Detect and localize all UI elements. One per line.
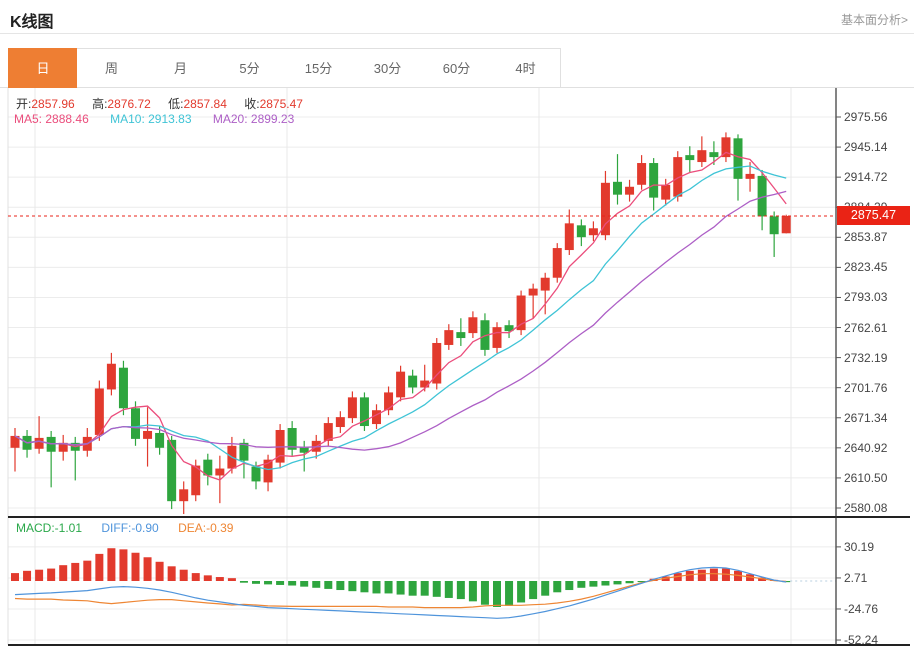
tab-周[interactable]: 周 <box>77 48 147 88</box>
close-value: 2875.47 <box>260 97 303 111</box>
ma-readout: MA5: 2888.46 MA10: 2913.83 MA20: 2899.23 <box>14 112 312 126</box>
tab-月[interactable]: 月 <box>146 48 216 88</box>
macd-axis-label: -52.24 <box>844 633 878 647</box>
ma10-value: 2913.83 <box>148 112 191 126</box>
macd-axis-label: 2.71 <box>844 571 867 585</box>
ma20-label: MA20: <box>213 112 248 126</box>
price-axis-label: 2640.92 <box>844 441 887 455</box>
low-value: 2857.84 <box>184 97 227 111</box>
candles <box>11 132 791 514</box>
price-axis-label: 2580.08 <box>844 501 887 515</box>
ma5-label: MA5: <box>14 112 42 126</box>
tab-日[interactable]: 日 <box>8 48 78 88</box>
price-axis-label: 2732.19 <box>844 351 887 365</box>
page-header: K线图 基本面分析> <box>0 0 914 34</box>
price-axis-label: 2793.03 <box>844 290 887 304</box>
dea-value: -0.39 <box>206 521 233 535</box>
ma-lines <box>15 152 786 480</box>
price-axis-label: 2975.56 <box>844 110 887 124</box>
macd-readout: MACD:-1.01 DIFF:-0.90 DEA:-0.39 <box>16 521 249 535</box>
ma5-value: 2888.46 <box>45 112 88 126</box>
diff-label: DIFF: <box>101 521 131 535</box>
diff-value: -0.90 <box>131 521 158 535</box>
high-value: 2876.72 <box>107 97 150 111</box>
current-price-badge: 2875.47 <box>837 206 910 225</box>
tab-5分[interactable]: 5分 <box>215 48 285 88</box>
page-title: K线图 <box>10 8 54 32</box>
kline-macd-chart[interactable] <box>0 88 914 648</box>
close-label: 收: <box>244 97 259 111</box>
price-axis-label: 2945.14 <box>844 140 887 154</box>
chart-area: 开:2857.96 高:2876.72 低:2857.84 收:2875.47 … <box>0 88 914 648</box>
axes <box>8 88 910 645</box>
macd-label: MACD: <box>16 521 55 535</box>
period-tabs: 日周月5分15分30分60分4时 <box>0 48 914 88</box>
tab-30分[interactable]: 30分 <box>353 48 423 88</box>
low-label: 低: <box>168 97 183 111</box>
macd-axis-label: -24.76 <box>844 602 878 616</box>
open-value: 2857.96 <box>31 97 74 111</box>
ma10-label: MA10: <box>110 112 145 126</box>
macd <box>11 548 836 618</box>
dea-label: DEA: <box>178 521 206 535</box>
macd-value: -1.01 <box>55 521 82 535</box>
tab-4时[interactable]: 4时 <box>491 48 561 88</box>
price-axis-label: 2914.72 <box>844 170 887 184</box>
tab-15分[interactable]: 15分 <box>284 48 354 88</box>
macd-axis-label: 30.19 <box>844 540 874 554</box>
open-label: 开: <box>16 97 31 111</box>
price-axis-label: 2823.45 <box>844 260 887 274</box>
price-axis-label: 2762.61 <box>844 321 887 335</box>
tab-60分[interactable]: 60分 <box>422 48 492 88</box>
fundamental-analysis-link[interactable]: 基本面分析> <box>841 11 908 28</box>
price-axis-label: 2610.50 <box>844 471 887 485</box>
price-axis-label: 2853.87 <box>844 230 887 244</box>
price-axis-label: 2701.76 <box>844 381 887 395</box>
price-axis-label: 2671.34 <box>844 411 887 425</box>
ohlc-readout: 开:2857.96 高:2876.72 低:2857.84 收:2875.47 <box>16 95 317 112</box>
high-label: 高: <box>92 97 107 111</box>
ma20-value: 2899.23 <box>251 112 294 126</box>
